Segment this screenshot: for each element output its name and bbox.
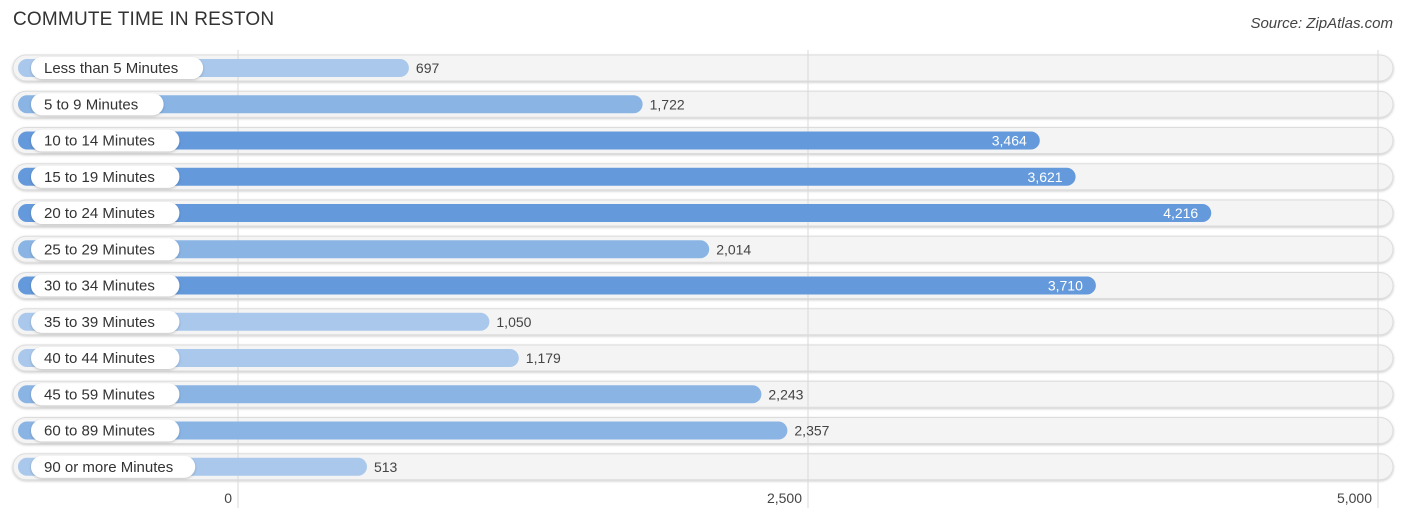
value-label: 2,243	[768, 386, 803, 402]
x-tick-label: 2,500	[767, 490, 802, 506]
category-label: 90 or more Minutes	[44, 459, 173, 476]
value-label: 4,216	[1163, 205, 1198, 221]
value-label: 1,722	[650, 96, 685, 112]
bar	[18, 204, 1212, 222]
bar	[18, 276, 1096, 295]
value-label: 3,621	[1028, 169, 1063, 185]
category-label: Less than 5 Minutes	[44, 60, 178, 77]
category-label: 60 to 89 Minutes	[44, 423, 155, 440]
value-label: 513	[374, 459, 398, 475]
category-label: 45 to 59 Minutes	[44, 386, 155, 403]
value-label: 2,014	[716, 241, 751, 257]
x-tick-label: 5,000	[1337, 490, 1372, 506]
value-label: 3,464	[992, 133, 1027, 149]
value-label: 697	[416, 60, 440, 76]
category-label: 40 to 44 Minutes	[44, 350, 155, 367]
category-label: 25 to 29 Minutes	[44, 241, 155, 258]
x-tick-label: 0	[224, 490, 232, 506]
category-label: 35 to 39 Minutes	[44, 314, 155, 331]
category-label: 20 to 24 Minutes	[44, 205, 155, 222]
category-label: 15 to 19 Minutes	[44, 169, 155, 186]
value-label: 2,357	[794, 423, 829, 439]
category-label: 10 to 14 Minutes	[44, 133, 155, 150]
category-label: 5 to 9 Minutes	[44, 96, 138, 113]
category-label: 30 to 34 Minutes	[44, 278, 155, 295]
value-label: 3,710	[1048, 278, 1083, 294]
value-label: 1,050	[496, 314, 531, 330]
value-label: 1,179	[526, 350, 561, 366]
bar-chart: Less than 5 Minutes 697 5 to 9 Minutes 1,72…	[12, 50, 1394, 508]
